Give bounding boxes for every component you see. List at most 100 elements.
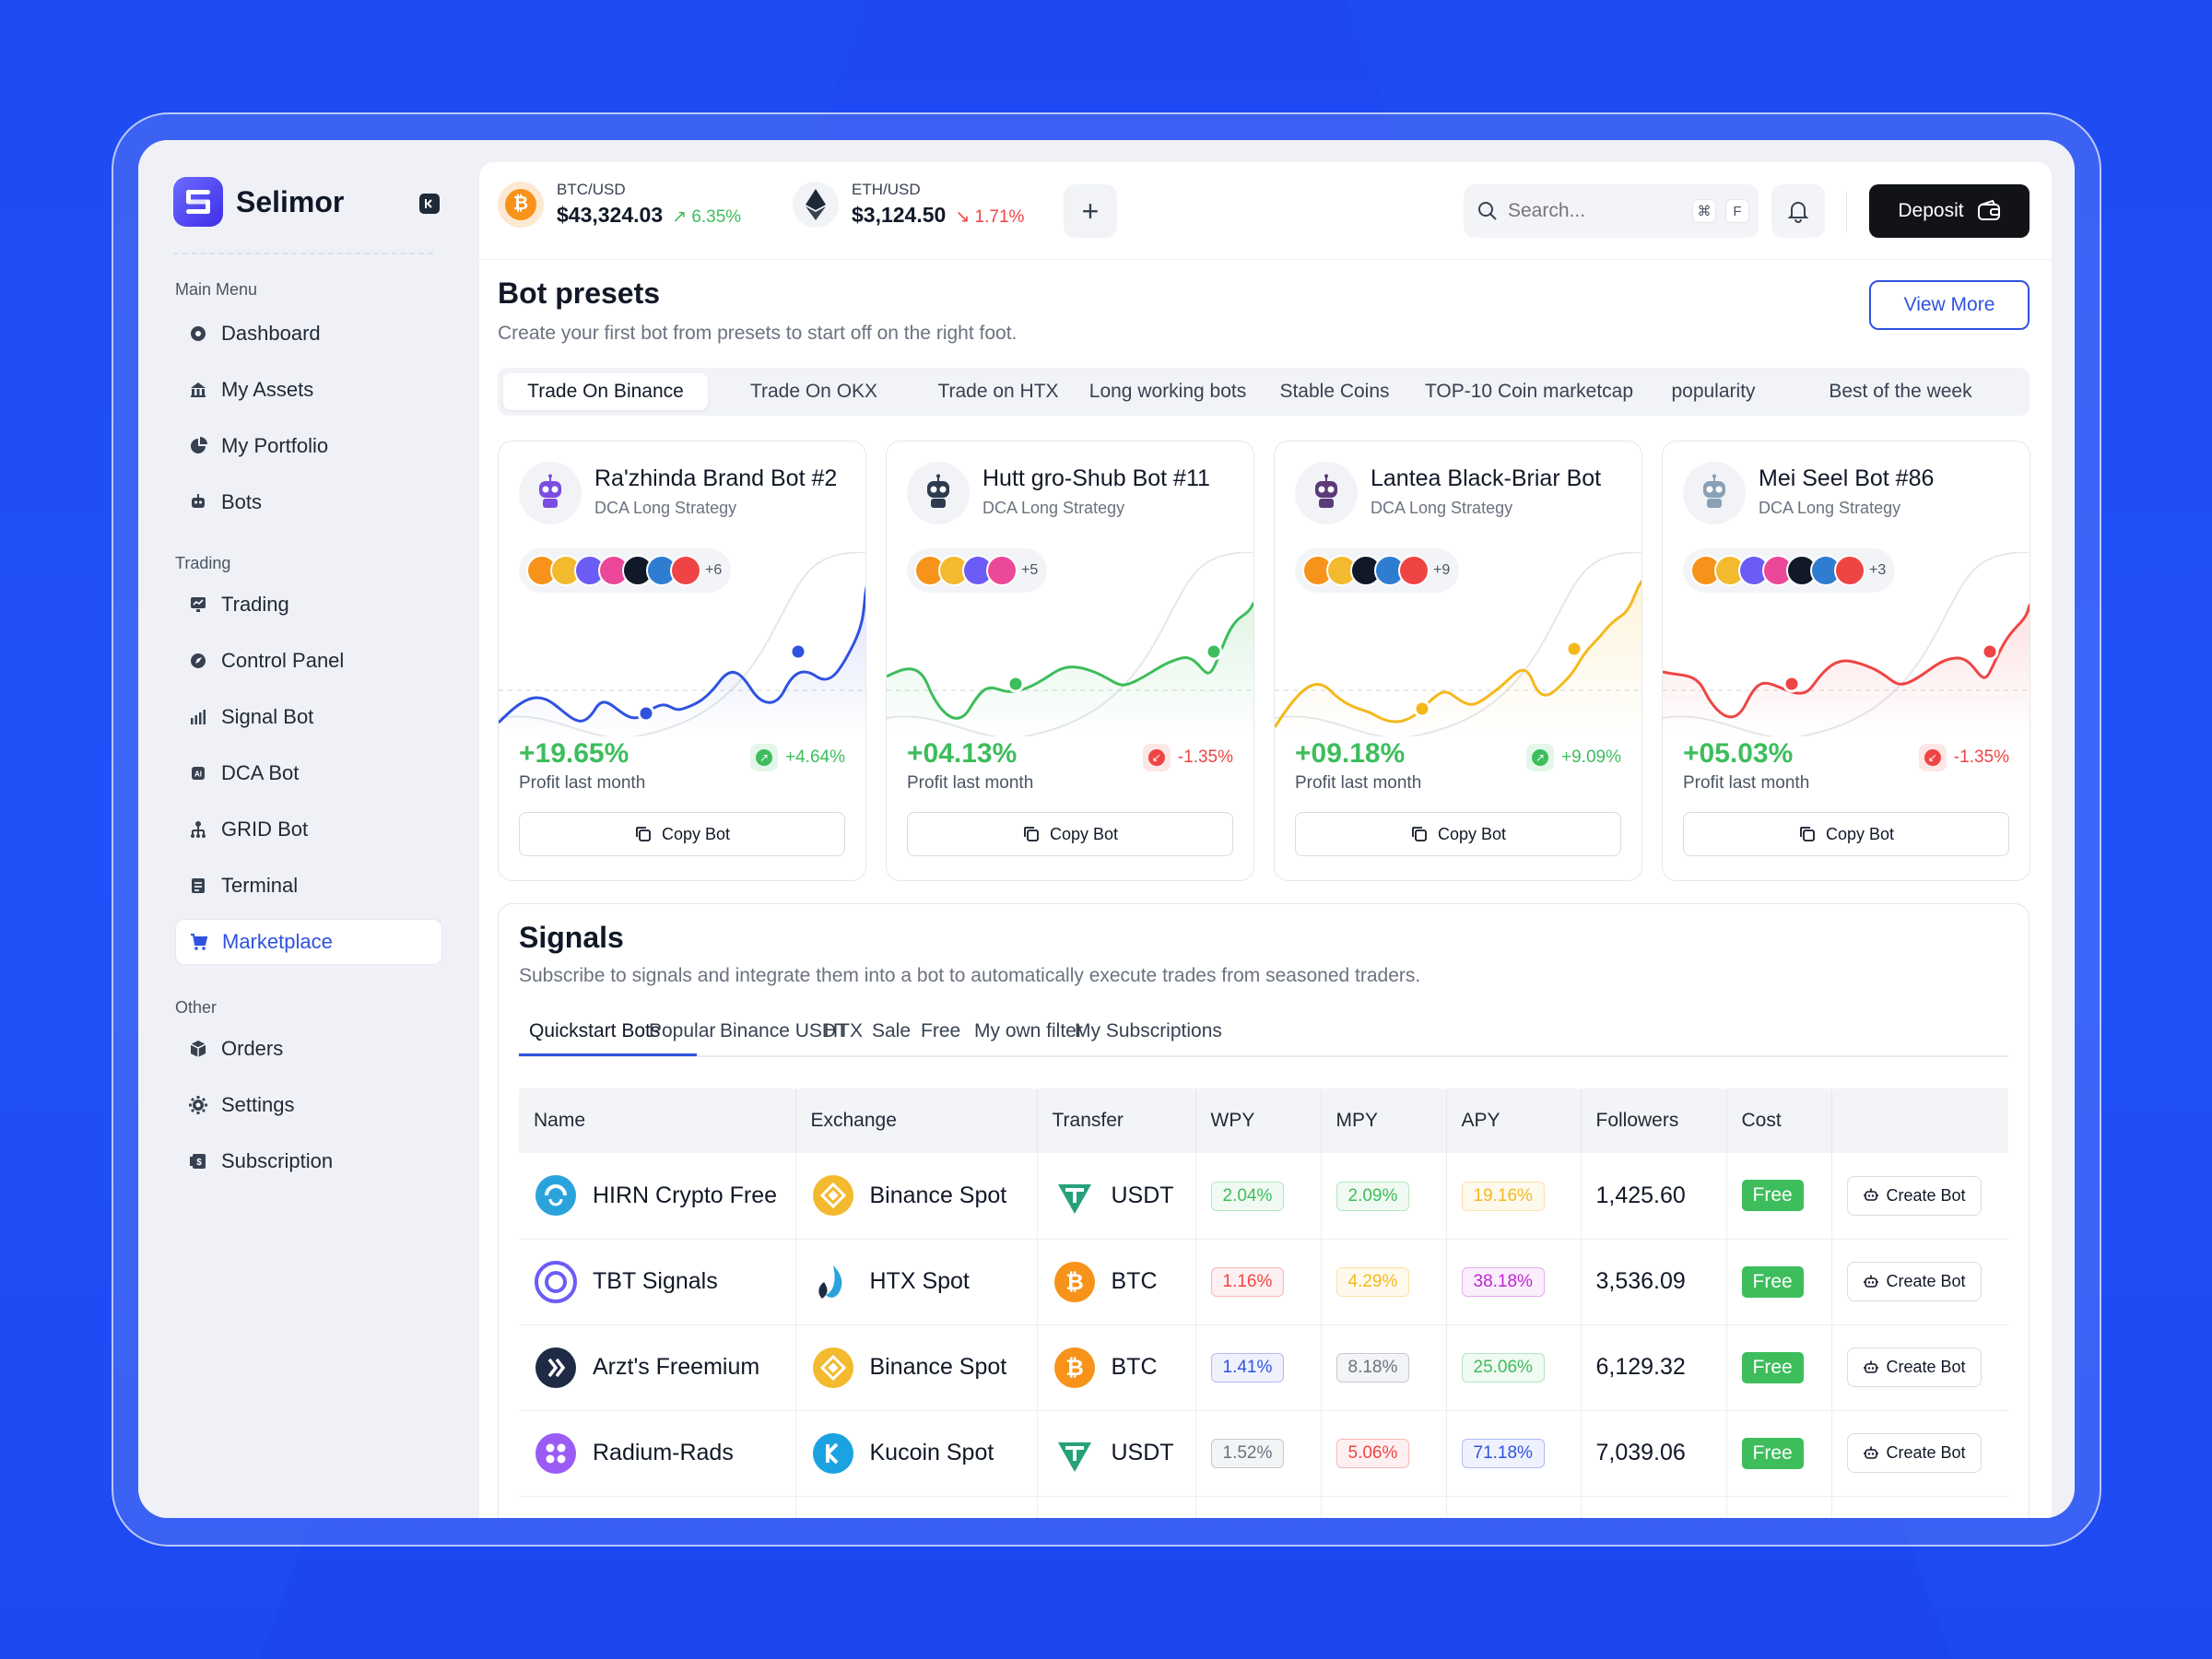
sidebar-item-subscription[interactable]: $ Subscription bbox=[175, 1138, 442, 1184]
sidebar-item-settings[interactable]: Settings bbox=[175, 1082, 442, 1128]
bell-icon bbox=[1787, 202, 1809, 223]
coin-icon bbox=[986, 555, 1018, 586]
sidebar-item-dashboard[interactable]: Dashboard bbox=[175, 311, 442, 357]
sidebar-item-label: My Portfolio bbox=[221, 434, 329, 457]
preset-tab[interactable]: TOP-10 Coin marketcap bbox=[1410, 373, 1648, 410]
column-header[interactable] bbox=[1831, 1088, 2008, 1153]
arrow-down-icon: ↙ bbox=[1918, 744, 1947, 771]
collapse-sidebar-icon[interactable] bbox=[419, 194, 440, 214]
signals-tab[interactable]: My own filter bbox=[974, 1020, 1083, 1042]
sidebar-item-my-portfolio[interactable]: My Portfolio bbox=[175, 423, 442, 469]
chart-area bbox=[887, 603, 1253, 736]
divider bbox=[1846, 192, 1847, 232]
chart-point bbox=[1981, 642, 1999, 661]
table-row[interactable]: TBT Signals HTX Spot ₿ BTC 1.16% 4.29% 38… bbox=[519, 1239, 2008, 1325]
column-header[interactable]: Followers bbox=[1581, 1088, 1727, 1153]
bot-preset-card[interactable]: Hutt gro-Shub Bot #11 DCA Long Strategy … bbox=[886, 441, 1254, 881]
view-more-button[interactable]: View More bbox=[1869, 280, 2030, 330]
signals-tab[interactable]: Free bbox=[921, 1020, 960, 1042]
sidebar-item-orders[interactable]: Orders bbox=[175, 1026, 442, 1072]
binance-icon bbox=[811, 1346, 855, 1390]
signals-tab[interactable]: Quickstart Bots bbox=[529, 1020, 660, 1042]
copy-icon bbox=[1412, 827, 1427, 841]
sidebar-item-bots[interactable]: Bots bbox=[175, 479, 442, 525]
divider bbox=[173, 253, 433, 254]
preset-tab[interactable]: Trade On OKX bbox=[708, 373, 920, 410]
signals-tab[interactable]: My Subscriptions bbox=[1075, 1020, 1222, 1042]
sidebar-item-label: GRID Bot bbox=[221, 818, 309, 841]
table-row[interactable]: Radium-Rads Kucoin Spot USDT 1.52% 5.06%… bbox=[519, 1410, 2008, 1497]
active-tab-indicator bbox=[519, 1053, 697, 1056]
ticker-change-up: ↗ 6.35% bbox=[672, 207, 742, 227]
sidebar-item-label: Marketplace bbox=[222, 930, 333, 953]
notifications-button[interactable] bbox=[1771, 184, 1825, 238]
column-header[interactable]: WPY bbox=[1195, 1088, 1322, 1153]
bot-strategy: DCA Long Strategy bbox=[1371, 499, 1513, 517]
create-bot-button[interactable]: Create Bot bbox=[1846, 1262, 1982, 1301]
column-header[interactable]: Cost bbox=[1726, 1088, 1832, 1153]
table-row[interactable]: Arzt's Freemium Binance Spot ₿ BTC 1.41% … bbox=[519, 1324, 2008, 1411]
deposit-button[interactable]: Deposit bbox=[1869, 184, 2030, 238]
add-ticker-button[interactable]: + bbox=[1064, 184, 1117, 238]
search-box[interactable]: ⌘ F bbox=[1464, 184, 1759, 238]
sidebar-item-control-panel[interactable]: Control Panel bbox=[175, 638, 442, 684]
ticker-btc[interactable]: ₿ BTC/USD $43,324.03 ↗ 6.35% bbox=[498, 181, 741, 228]
preset-tab[interactable]: Trade On Binance bbox=[503, 373, 708, 410]
ticker-eth[interactable]: ETH/USD $3,124.50 ↘ 1.71% bbox=[793, 181, 1024, 228]
chart-point bbox=[1006, 675, 1025, 693]
create-bot-button[interactable]: Create Bot bbox=[1846, 1347, 1982, 1387]
radium-logo-icon bbox=[534, 1431, 578, 1476]
wallet-icon bbox=[1977, 200, 2000, 220]
column-header[interactable]: Exchange bbox=[795, 1088, 1038, 1153]
sidebar-item-dca-bot[interactable]: AI DCA Bot bbox=[175, 750, 442, 796]
robot-icon bbox=[1863, 1188, 1878, 1202]
column-header[interactable]: MPY bbox=[1321, 1088, 1447, 1153]
preset-tab[interactable]: Long working bots bbox=[1077, 373, 1259, 410]
preset-tab[interactable]: Stable Coins bbox=[1263, 373, 1406, 410]
arrow-up-icon: ↗ bbox=[750, 744, 779, 771]
column-header[interactable]: APY bbox=[1446, 1088, 1582, 1153]
svg-text:$: $ bbox=[196, 1158, 202, 1168]
bot-preset-card[interactable]: Ra'zhinda Brand Bot #2 DCA Long Strategy… bbox=[498, 441, 866, 881]
svg-text:₿: ₿ bbox=[1065, 1270, 1084, 1295]
app-window: Selimor Main Menu Trading Other Dashboard My… bbox=[138, 140, 2075, 1518]
robot-icon bbox=[1863, 1360, 1878, 1373]
exchange-name: Binance Spot bbox=[869, 1182, 1007, 1208]
profit-value: +04.13% bbox=[907, 738, 1018, 769]
sidebar-item-signal-bot[interactable]: Signal Bot bbox=[175, 694, 442, 740]
create-bot-button[interactable]: Create Bot bbox=[1846, 1433, 1982, 1473]
copy-bot-button[interactable]: Copy Bot bbox=[1295, 812, 1621, 856]
signal-name: TBT Signals bbox=[593, 1268, 718, 1294]
column-header[interactable]: Name bbox=[519, 1088, 796, 1153]
sidebar-item-marketplace[interactable]: Marketplace bbox=[175, 919, 442, 965]
bot-preset-card[interactable]: Lantea Black-Briar Bot DCA Long Strategy… bbox=[1274, 441, 1642, 881]
copy-bot-button[interactable]: Copy Bot bbox=[1683, 812, 2009, 856]
bot-preset-card[interactable]: Mei Seel Bot #86 DCA Long Strategy +3 +0… bbox=[1662, 441, 2030, 881]
signals-tab[interactable]: HTX bbox=[824, 1020, 863, 1042]
column-header[interactable]: Transfer bbox=[1037, 1088, 1196, 1153]
copy-bot-button[interactable]: Copy Bot bbox=[907, 812, 1233, 856]
logo[interactable]: Selimor bbox=[173, 177, 344, 227]
trading-icon bbox=[188, 594, 208, 615]
chart-area bbox=[1275, 582, 1641, 736]
copy-bot-button[interactable]: Copy Bot bbox=[519, 812, 845, 856]
create-bot-button[interactable]: Create Bot bbox=[1846, 1175, 1982, 1216]
preset-tab[interactable]: Best of the week bbox=[1779, 373, 2022, 410]
sidebar: Selimor Main Menu Trading Other Dashboard My… bbox=[138, 140, 468, 1518]
sidebar-item-my-assets[interactable]: My Assets bbox=[175, 367, 442, 413]
logo-icon bbox=[173, 177, 223, 227]
sidebar-item-label: Subscription bbox=[221, 1149, 334, 1172]
sidebar-item-terminal[interactable]: Terminal bbox=[175, 863, 442, 909]
sidebar-item-grid-bot[interactable]: GRID Bot bbox=[175, 806, 442, 853]
search-input[interactable] bbox=[1508, 200, 1683, 222]
signals-subtitle: Subscribe to signals and integrate them … bbox=[519, 965, 1421, 986]
sidebar-item-trading[interactable]: Trading bbox=[175, 582, 442, 628]
table-row[interactable]: HIRN Crypto Free Binance Spot USDT 2.04%… bbox=[519, 1153, 2008, 1240]
preset-tab[interactable]: popularity bbox=[1652, 373, 1775, 410]
signals-tab[interactable]: Sale bbox=[872, 1020, 911, 1042]
nav-group-label: Main Menu bbox=[175, 280, 258, 299]
cost-badge: Free bbox=[1741, 1437, 1804, 1469]
preset-tab[interactable]: Trade on HTX bbox=[924, 373, 1073, 410]
pie-chart-icon bbox=[188, 436, 208, 456]
signals-tab[interactable]: Popular bbox=[649, 1020, 715, 1042]
